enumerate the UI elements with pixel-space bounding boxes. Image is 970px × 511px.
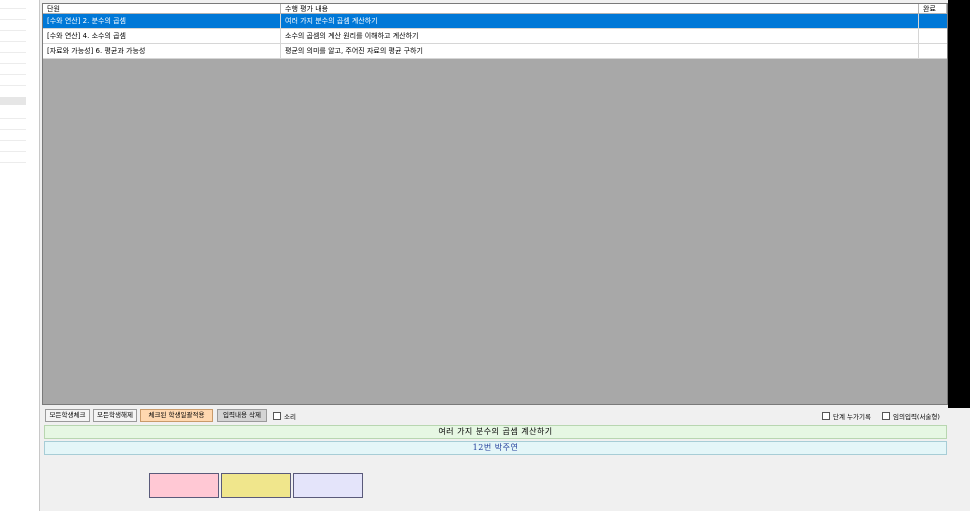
student-list-pane[interactable] (0, 0, 40, 511)
cell-unit[interactable]: [수와 연산] 2. 분수의 곱셈 (43, 14, 281, 28)
uncheck-all-button[interactable]: 모든학생해제 (93, 409, 137, 422)
table-row[interactable]: [자료와 가능성] 6. 평균과 가능성 평균의 의미를 알고, 주어진 자료의… (43, 44, 947, 59)
checkbox-icon[interactable] (882, 412, 890, 420)
list-row-line (0, 19, 26, 20)
list-row-line (0, 41, 26, 42)
cell-unit[interactable]: [자료와 가능성] 6. 평균과 가능성 (43, 44, 281, 58)
free-input-label: 임의입력(서술형) (893, 413, 940, 421)
cell-unit[interactable]: [수와 연산] 4. 소수의 곱셈 (43, 29, 281, 43)
check-all-button[interactable]: 모든학생체크 (45, 409, 90, 422)
right-edge-bar (948, 0, 970, 408)
sound-checkbox[interactable]: 소리 (273, 411, 296, 421)
list-row-line (0, 74, 26, 75)
color-swatch-yellow[interactable] (221, 473, 291, 498)
selected-student-row[interactable] (0, 97, 26, 105)
step-accumulate-checkbox[interactable]: 단계 누가기록 (822, 411, 871, 421)
cell-done[interactable] (919, 29, 947, 43)
sound-label: 소리 (284, 413, 296, 421)
cell-content[interactable]: 여러 가지 분수의 곱셈 계산하기 (281, 14, 919, 28)
cell-content[interactable]: 평균의 의미를 알고, 주어진 자료의 평균 구하기 (281, 44, 919, 58)
assessment-grid[interactable]: 단원 수행 평가 내용 완료 [수와 연산] 2. 분수의 곱셈 여러 가지 분… (42, 3, 948, 405)
header-content: 수행 평가 내용 (281, 4, 919, 13)
delete-input-button[interactable]: 입력내용 삭제 (217, 409, 267, 422)
cell-done[interactable] (919, 44, 947, 58)
table-row[interactable]: [수와 연산] 4. 소수의 곱셈 소수의 곱셈의 계산 원리를 이해하고 계산… (43, 29, 947, 44)
list-row-line (0, 30, 26, 31)
list-row-line (0, 85, 26, 86)
color-swatch-pink[interactable] (149, 473, 219, 498)
table-row[interactable]: [수와 연산] 2. 분수의 곱셈 여러 가지 분수의 곱셈 계산하기 (43, 14, 947, 29)
list-row-line (0, 63, 26, 64)
list-row-line (0, 151, 26, 152)
header-done: 완료 (919, 4, 947, 13)
checkbox-icon[interactable] (273, 412, 281, 420)
list-row-line (0, 162, 26, 163)
list-row-line (0, 140, 26, 141)
header-unit: 단원 (43, 4, 281, 13)
cell-content[interactable]: 소수의 곱셈의 계산 원리를 이해하고 계산하기 (281, 29, 919, 43)
apply-checked-button[interactable]: 체크된 학생일괄적용 (140, 409, 213, 422)
color-swatch-lavender[interactable] (293, 473, 363, 498)
list-row-line (0, 129, 26, 130)
selected-item-title: 여러 가지 분수의 곱셈 계산하기 (44, 425, 947, 439)
cell-done[interactable] (919, 14, 947, 28)
free-input-checkbox[interactable]: 임의입력(서술형) (882, 411, 940, 421)
step-accumulate-label: 단계 누가기록 (833, 413, 871, 421)
grid-header-row: 단원 수행 평가 내용 완료 (43, 4, 947, 14)
list-row-line (0, 118, 26, 119)
selected-student-name: 12번 박주연 (44, 441, 947, 455)
list-row-line (0, 8, 26, 9)
checkbox-icon[interactable] (822, 412, 830, 420)
list-row-line (0, 52, 26, 53)
